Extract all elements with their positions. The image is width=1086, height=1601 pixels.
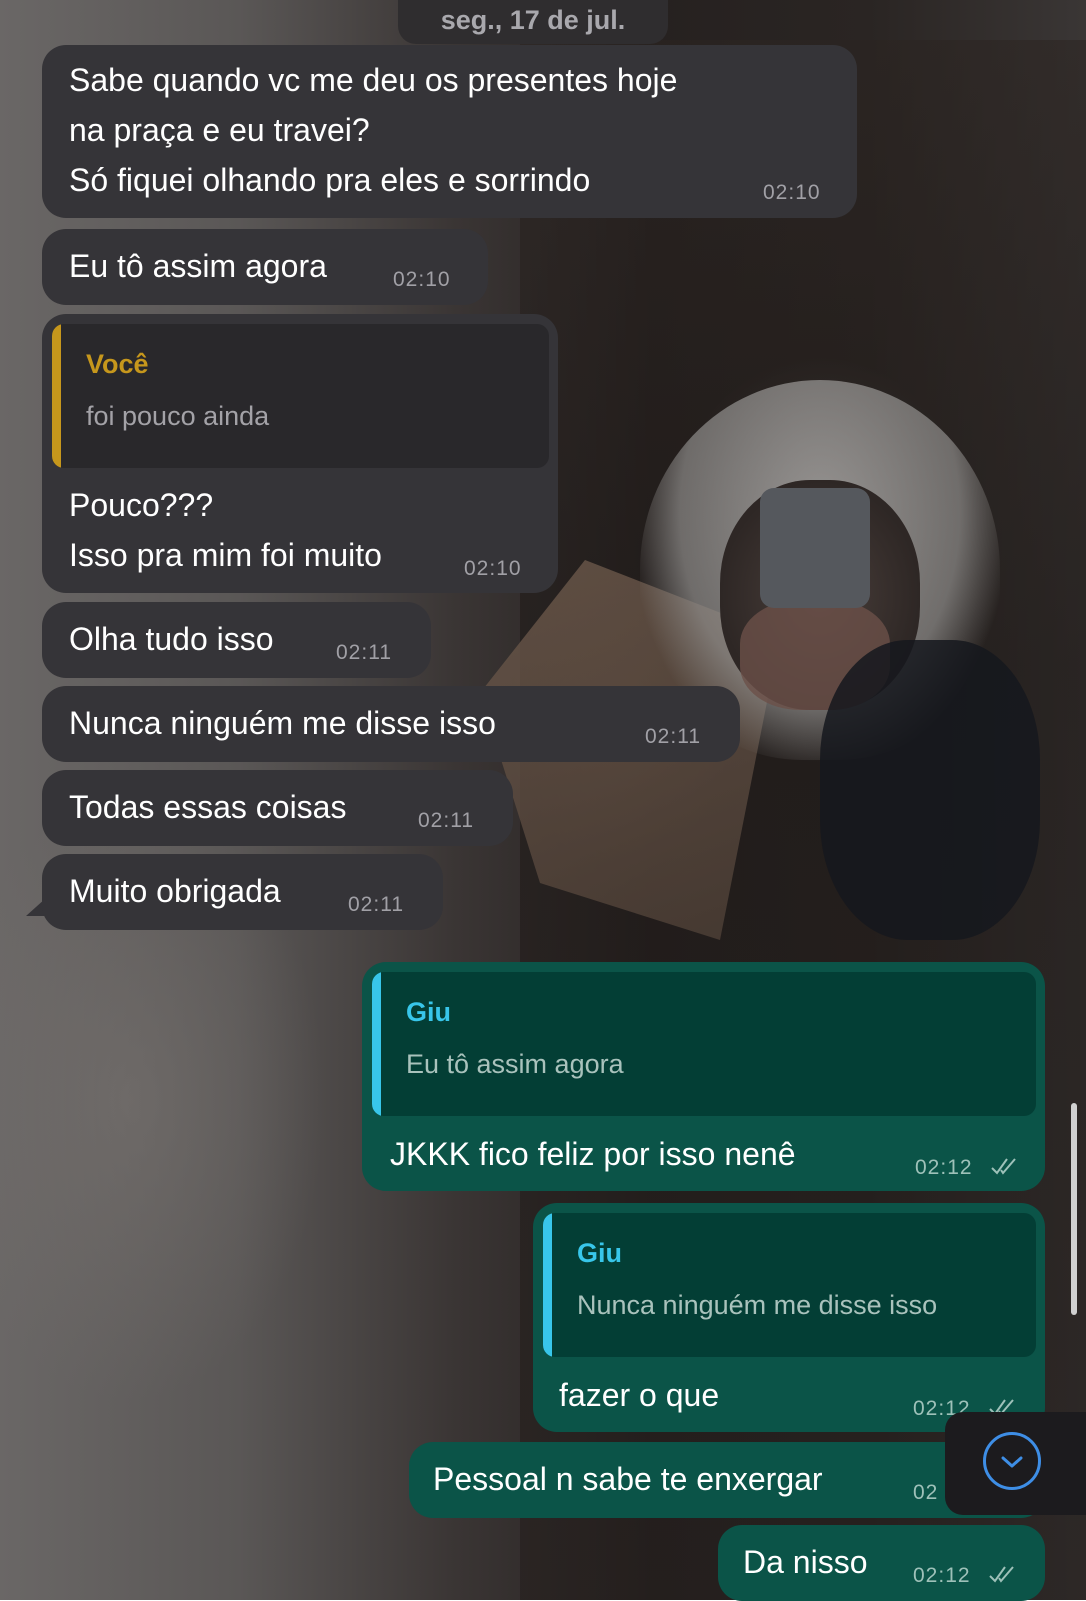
quoted-message[interactable]: Giu Eu tô assim agora — [372, 972, 1036, 1116]
quote-text: Eu tô assim agora — [406, 1049, 624, 1079]
message-text: Muito obrigada — [69, 873, 281, 909]
message-text: Pessoal n sabe te enxergar — [433, 1461, 823, 1497]
message-time: 02:10 — [763, 181, 821, 204]
chevron-down-icon — [1001, 1456, 1023, 1468]
message-text: Todas essas coisas — [69, 789, 347, 825]
message-time: 02:10 — [464, 557, 522, 580]
read-double-tick-icon — [991, 1158, 1016, 1175]
quote-accent-bar — [52, 324, 61, 468]
quote-author: Giu — [406, 997, 451, 1027]
message-time: 02:11 — [418, 809, 474, 832]
message-text: na praça e eu travei? — [69, 112, 370, 148]
message-time: 02 — [913, 1481, 939, 1504]
message-bubble-incoming[interactable]: Muito obrigada 02:11 — [42, 854, 443, 930]
message-text: Pouco??? — [69, 487, 214, 523]
message-text: Eu tô assim agora — [69, 248, 327, 284]
quote-text: foi pouco ainda — [86, 401, 270, 431]
message-time: 02:12 — [913, 1564, 971, 1587]
message-text: Só fiquei olhando pra eles e sorrindo — [69, 162, 591, 198]
message-text: Olha tudo isso — [69, 621, 274, 657]
message-time: 02:11 — [348, 893, 404, 916]
read-double-tick-icon — [989, 1566, 1014, 1583]
chevron-down-circle-icon — [983, 1432, 1041, 1490]
wallpaper-sleeve — [820, 640, 1040, 940]
message-bubble-incoming[interactable]: Nunca ninguém me disse isso 02:11 — [42, 686, 740, 762]
message-time: 02:11 — [336, 641, 392, 664]
date-separator: seg., 17 de jul. — [398, 0, 668, 44]
scroll-to-bottom-button[interactable] — [945, 1412, 1086, 1515]
message-text: Isso pra mim foi muito — [69, 537, 382, 573]
quote-author: Você — [86, 349, 149, 379]
message-bubble-outgoing[interactable]: Giu Eu tô assim agora JKKK fico feliz po… — [362, 962, 1045, 1191]
message-bubble-outgoing[interactable]: Giu Nunca ninguém me disse isso fazer o … — [533, 1203, 1045, 1432]
scrollbar-thumb[interactable] — [1071, 1103, 1077, 1315]
quoted-message[interactable]: Giu Nunca ninguém me disse isso — [543, 1213, 1036, 1357]
quote-author: Giu — [577, 1238, 622, 1268]
message-text: JKKK fico feliz por isso nenê — [390, 1136, 796, 1172]
message-bubble-incoming[interactable]: Sabe quando vc me deu os presentes hoje … — [42, 45, 857, 218]
quote-accent-bar — [543, 1213, 552, 1357]
message-time: 02:10 — [393, 268, 451, 291]
quote-accent-bar — [372, 972, 381, 1116]
message-text: Da nisso — [743, 1544, 868, 1580]
message-time: 02:12 — [915, 1156, 973, 1179]
message-bubble-incoming[interactable]: Eu tô assim agora 02:10 — [42, 229, 488, 305]
wallpaper-phone — [760, 488, 870, 608]
message-bubble-incoming[interactable]: Olha tudo isso 02:11 — [42, 602, 431, 678]
message-text: fazer o que — [559, 1377, 720, 1413]
message-bubble-outgoing[interactable]: Da nisso 02:12 — [718, 1525, 1045, 1601]
quoted-message[interactable]: Você foi pouco ainda — [52, 324, 549, 468]
message-bubble-incoming[interactable]: Todas essas coisas 02:11 — [42, 770, 513, 846]
message-bubble-incoming[interactable]: Você foi pouco ainda Pouco??? Isso pra m… — [42, 314, 558, 593]
message-text: Sabe quando vc me deu os presentes hoje — [69, 62, 678, 98]
message-time: 02:11 — [645, 725, 701, 748]
message-text: Nunca ninguém me disse isso — [69, 705, 496, 741]
quote-text: Nunca ninguém me disse isso — [577, 1290, 938, 1320]
